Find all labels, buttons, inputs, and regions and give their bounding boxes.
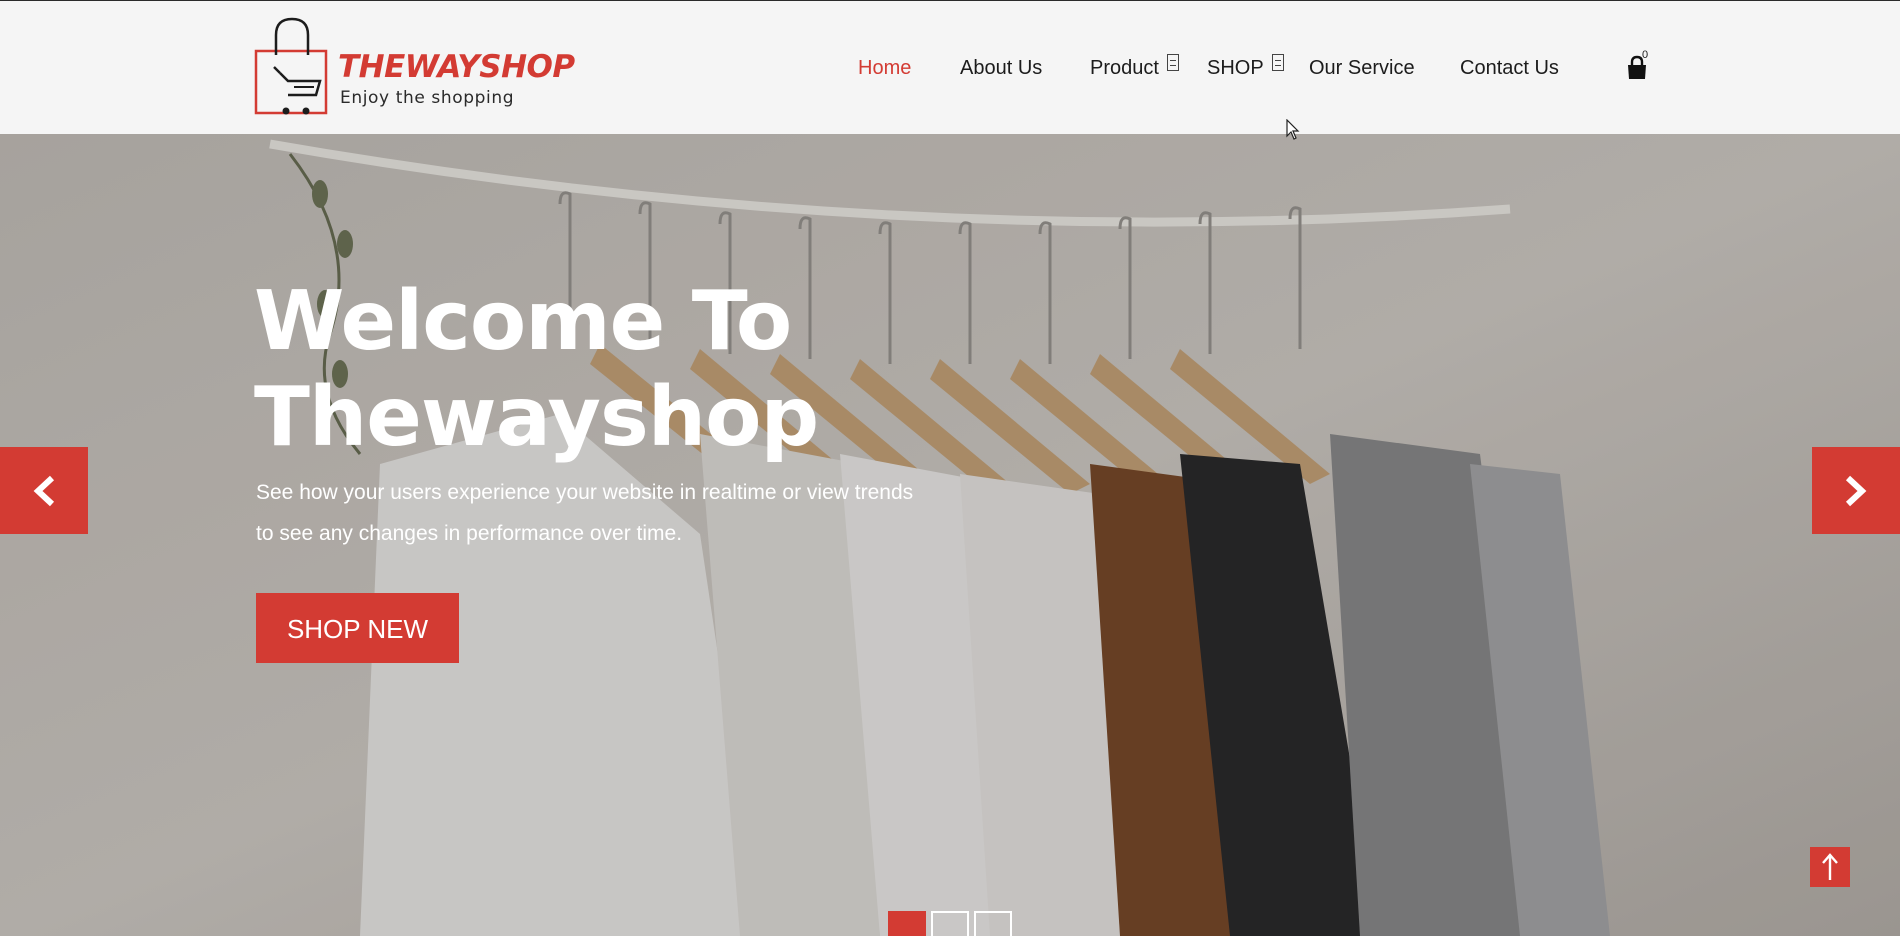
nav-item-contact-us[interactable]: Contact Us <box>1460 53 1559 83</box>
nav-item-shop[interactable]: SHOP <box>1207 53 1284 83</box>
arrow-up-icon <box>1822 853 1838 880</box>
shopping-bag-cart-logo-icon <box>254 17 328 115</box>
brand-name: THEWAYSHOP <box>338 49 575 85</box>
nav-item-label: SHOP <box>1207 57 1264 79</box>
cart-count-badge: 0 <box>1642 49 1649 61</box>
nav-item-label: Product <box>1090 57 1159 79</box>
mouse-pointer-icon <box>1286 119 1300 140</box>
hero-title: Welcome To Thewayshop <box>254 274 819 465</box>
brand-tagline: Enjoy the shopping <box>340 88 515 108</box>
nav-item-home[interactable]: Home <box>858 53 911 83</box>
chevron-right-icon <box>1845 475 1867 507</box>
nav-item-label: Home <box>858 57 912 79</box>
nav-item-our-service[interactable]: Our Service <box>1309 53 1415 83</box>
dropdown-icon <box>1166 54 1179 71</box>
slide-indicator-1[interactable] <box>888 911 926 936</box>
hero-slider: Welcome To Thewayshop See how your users… <box>0 134 1900 936</box>
brand-logo[interactable]: THEWAYSHOP Enjoy the shopping <box>254 15 575 121</box>
slide-indicator-2[interactable] <box>931 911 969 936</box>
shop-new-button[interactable]: SHOP NEW <box>256 593 459 663</box>
hero-subtitle: See how your users experience your websi… <box>256 481 914 545</box>
chevron-left-icon <box>33 475 55 507</box>
nav-item-product[interactable]: Product <box>1090 53 1179 83</box>
slider-next-button[interactable] <box>1812 447 1900 534</box>
nav-item-label: About Us <box>960 57 1043 79</box>
slider-prev-button[interactable] <box>0 447 88 534</box>
nav-item-label: Contact Us <box>1460 57 1559 79</box>
nav-item-about-us[interactable]: About Us <box>960 53 1042 83</box>
nav-item-label: Our Service <box>1309 57 1415 79</box>
slide-indicator-3[interactable] <box>974 911 1012 936</box>
site-header: THEWAYSHOP Enjoy the shopping Home About… <box>0 0 1900 134</box>
back-to-top-button[interactable] <box>1810 847 1850 887</box>
dropdown-icon <box>1271 54 1284 71</box>
